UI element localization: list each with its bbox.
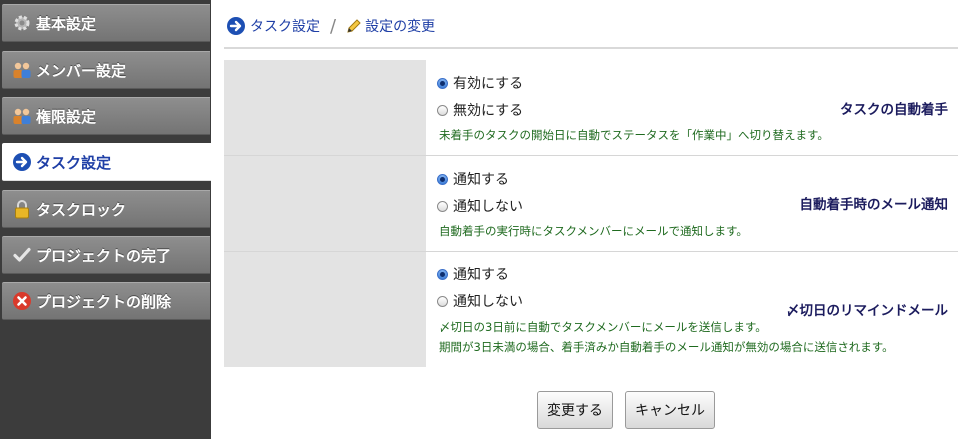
breadcrumb: タスク設定 / 設定の変更 xyxy=(226,14,435,38)
sidebar-item-project-delete[interactable]: プロジェクトの削除 xyxy=(2,282,210,320)
sidebar-item-label: メンバー設定 xyxy=(36,61,127,80)
breadcrumb-change-settings: 設定の変更 xyxy=(365,19,436,35)
sidebar-item-project-complete[interactable]: プロジェクトの完了 xyxy=(2,236,210,274)
members-icon xyxy=(12,106,32,126)
radio-auto-start-mail-notify[interactable]: 通知する xyxy=(437,169,509,189)
field-label: タスクの自動着手 xyxy=(840,102,948,118)
field-label: 自動着手時のメール通知 xyxy=(799,197,949,213)
sidebar-item-task-settings[interactable]: タスク設定 xyxy=(2,143,211,181)
sidebar-item-basic-settings[interactable]: 基本設定 xyxy=(2,4,210,42)
gear-icon xyxy=(12,13,32,33)
arrow-right-circle-icon xyxy=(226,16,246,36)
radio-button[interactable] xyxy=(437,268,448,280)
submit-button[interactable]: 変更する xyxy=(537,391,613,429)
radio-button[interactable] xyxy=(437,200,448,212)
header-divider xyxy=(224,47,958,49)
members-icon xyxy=(12,60,32,80)
sidebar-item-member-settings[interactable]: メンバー設定 xyxy=(2,51,210,89)
form-row-deadline-reminder: 〆切日のリマインドメール 通知する 通知しない 〆切日の3日前に自動でタスクメン… xyxy=(224,252,958,367)
radio-button[interactable] xyxy=(437,77,448,89)
sidebar: 基本設定 メンバー設定 権限設定 タスク設定 タスクロック プロジェクトの完了 xyxy=(0,0,211,439)
sidebar-item-label: タスクロック xyxy=(36,200,127,219)
sidebar-item-label: プロジェクトの完了 xyxy=(36,246,172,265)
lock-icon xyxy=(12,199,32,219)
form-row-auto-start: タスクの自動着手 有効にする 無効にする 未着手のタスクの開始日に自動でステータ… xyxy=(224,60,958,156)
sidebar-item-label: プロジェクトの削除 xyxy=(36,292,172,311)
sidebar-item-label: 権限設定 xyxy=(36,107,97,126)
help-text: 期間が3日未満の場合、着手済みか自動着手のメール通知が無効の場合に送信されます。 xyxy=(439,340,894,354)
field-label: 〆切日のリマインドメール xyxy=(786,303,948,319)
radio-auto-start-disable[interactable]: 無効にする xyxy=(437,100,523,120)
help-text: 自動着手の実行時にタスクメンバーにメールで通知します。 xyxy=(439,224,748,238)
delete-icon xyxy=(12,291,32,311)
form-row-auto-start-mail: 自動着手時のメール通知 通知する 通知しない 自動着手の実行時にタスクメンバーに… xyxy=(224,156,958,252)
cancel-button[interactable]: キャンセル xyxy=(625,391,715,429)
check-icon xyxy=(12,245,32,265)
sidebar-item-label: 基本設定 xyxy=(36,14,97,33)
radio-auto-start-mail-no-notify[interactable]: 通知しない xyxy=(437,196,523,216)
sidebar-item-task-lock[interactable]: タスクロック xyxy=(2,190,210,228)
pencil-icon xyxy=(346,18,362,34)
help-text: 未着手のタスクの開始日に自動でステータスを「作業中」へ切り替えます。 xyxy=(439,128,829,142)
radio-reminder-no-notify[interactable]: 通知しない xyxy=(437,291,523,311)
radio-button[interactable] xyxy=(437,295,448,307)
help-text: 〆切日の3日前に自動でタスクメンバーにメールを送信します。 xyxy=(439,320,767,334)
arrow-right-circle-icon xyxy=(12,152,32,172)
breadcrumb-separator: / xyxy=(330,15,337,37)
radio-button[interactable] xyxy=(437,173,448,185)
radio-reminder-notify[interactable]: 通知する xyxy=(437,264,509,284)
radio-auto-start-enable[interactable]: 有効にする xyxy=(437,73,523,93)
radio-button[interactable] xyxy=(437,104,448,116)
breadcrumb-task-settings-link[interactable]: タスク設定 xyxy=(250,16,320,36)
sidebar-item-label: タスク設定 xyxy=(36,153,112,172)
sidebar-item-permission-settings[interactable]: 権限設定 xyxy=(2,97,210,135)
